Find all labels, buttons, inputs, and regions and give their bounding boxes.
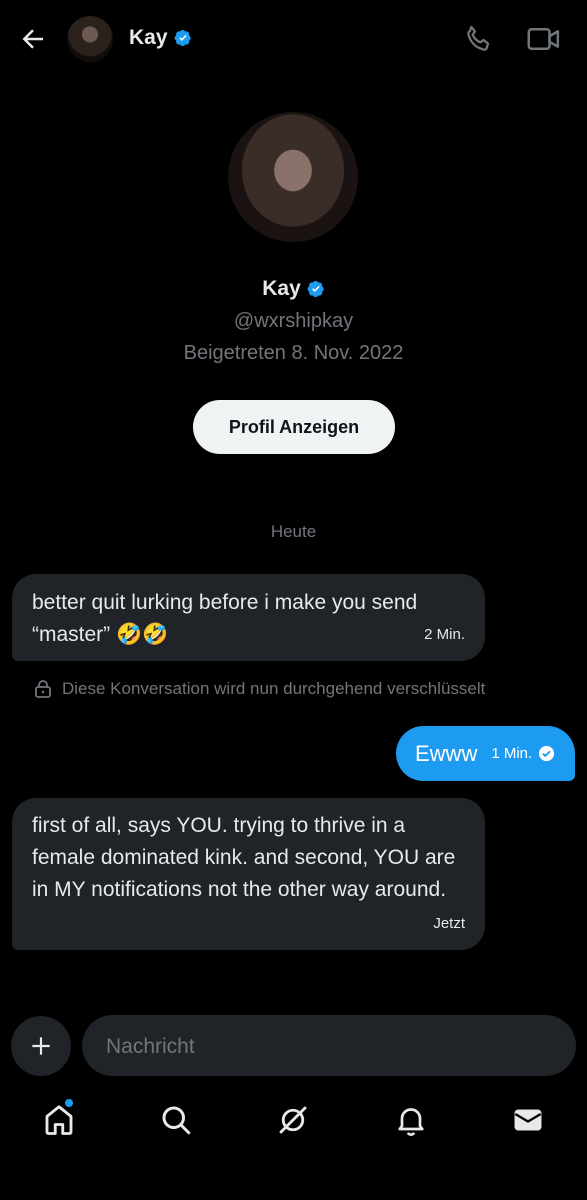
message-bubble-outgoing[interactable]: Ewww 1 Min. <box>396 726 575 781</box>
nav-notifications[interactable] <box>393 1102 429 1138</box>
message-text: better quit lurking before i make you se… <box>32 591 418 646</box>
arrow-left-icon[interactable] <box>18 24 48 54</box>
search-icon <box>162 1106 191 1135</box>
encryption-text: Diese Konversation wird nun durchgehend … <box>62 679 486 698</box>
message-text: Ewww <box>415 740 478 766</box>
profile-name-text: Kay <box>262 277 301 300</box>
message-bubble-incoming[interactable]: first of all, says YOU. trying to thrive… <box>12 798 485 950</box>
nav-grok[interactable] <box>275 1102 311 1138</box>
message-text: first of all, says YOU. trying to thrive… <box>32 814 456 901</box>
message-time-wrap: 1 Min. <box>491 745 555 762</box>
message-time: 1 Min. <box>491 745 533 762</box>
notification-dot <box>65 1099 73 1107</box>
message-input[interactable] <box>104 1015 558 1078</box>
grok-icon <box>279 1106 307 1134</box>
message-time: 2 Min. <box>424 626 465 643</box>
mail-icon <box>514 1109 542 1131</box>
message-time: Jetzt <box>433 915 465 932</box>
header-user[interactable]: Kay <box>129 26 192 50</box>
lock-icon <box>35 680 51 698</box>
verified-badge-icon <box>174 29 191 47</box>
phone-icon[interactable] <box>462 22 496 56</box>
encryption-notice: Diese Konversation wird nun durchgehend … <box>34 679 485 699</box>
bottom-nav <box>0 1088 587 1152</box>
message-bubble-incoming[interactable]: better quit lurking before i make you se… <box>12 574 485 661</box>
view-profile-button[interactable]: Profil Anzeigen <box>193 400 395 454</box>
profile-handle: @wxrshipkay <box>233 310 354 332</box>
avatar[interactable] <box>67 16 113 62</box>
date-separator: Heute <box>270 522 317 541</box>
add-media-button[interactable] <box>11 1016 71 1076</box>
profile-avatar <box>228 112 358 242</box>
read-check-icon <box>539 745 555 762</box>
nav-messages[interactable] <box>510 1102 546 1138</box>
verified-badge-icon <box>307 280 324 298</box>
bell-icon <box>398 1108 424 1136</box>
video-camera-icon[interactable] <box>526 22 562 56</box>
message-input-container <box>82 1015 576 1078</box>
nav-search[interactable] <box>158 1102 194 1138</box>
header-name: Kay <box>129 26 168 49</box>
nav-home[interactable] <box>41 1099 77 1138</box>
plus-icon <box>32 1037 50 1055</box>
home-icon <box>45 1105 73 1135</box>
profile-joined-date: Beigetreten 8. Nov. 2022 <box>183 342 404 364</box>
profile-name: Kay <box>0 277 587 301</box>
